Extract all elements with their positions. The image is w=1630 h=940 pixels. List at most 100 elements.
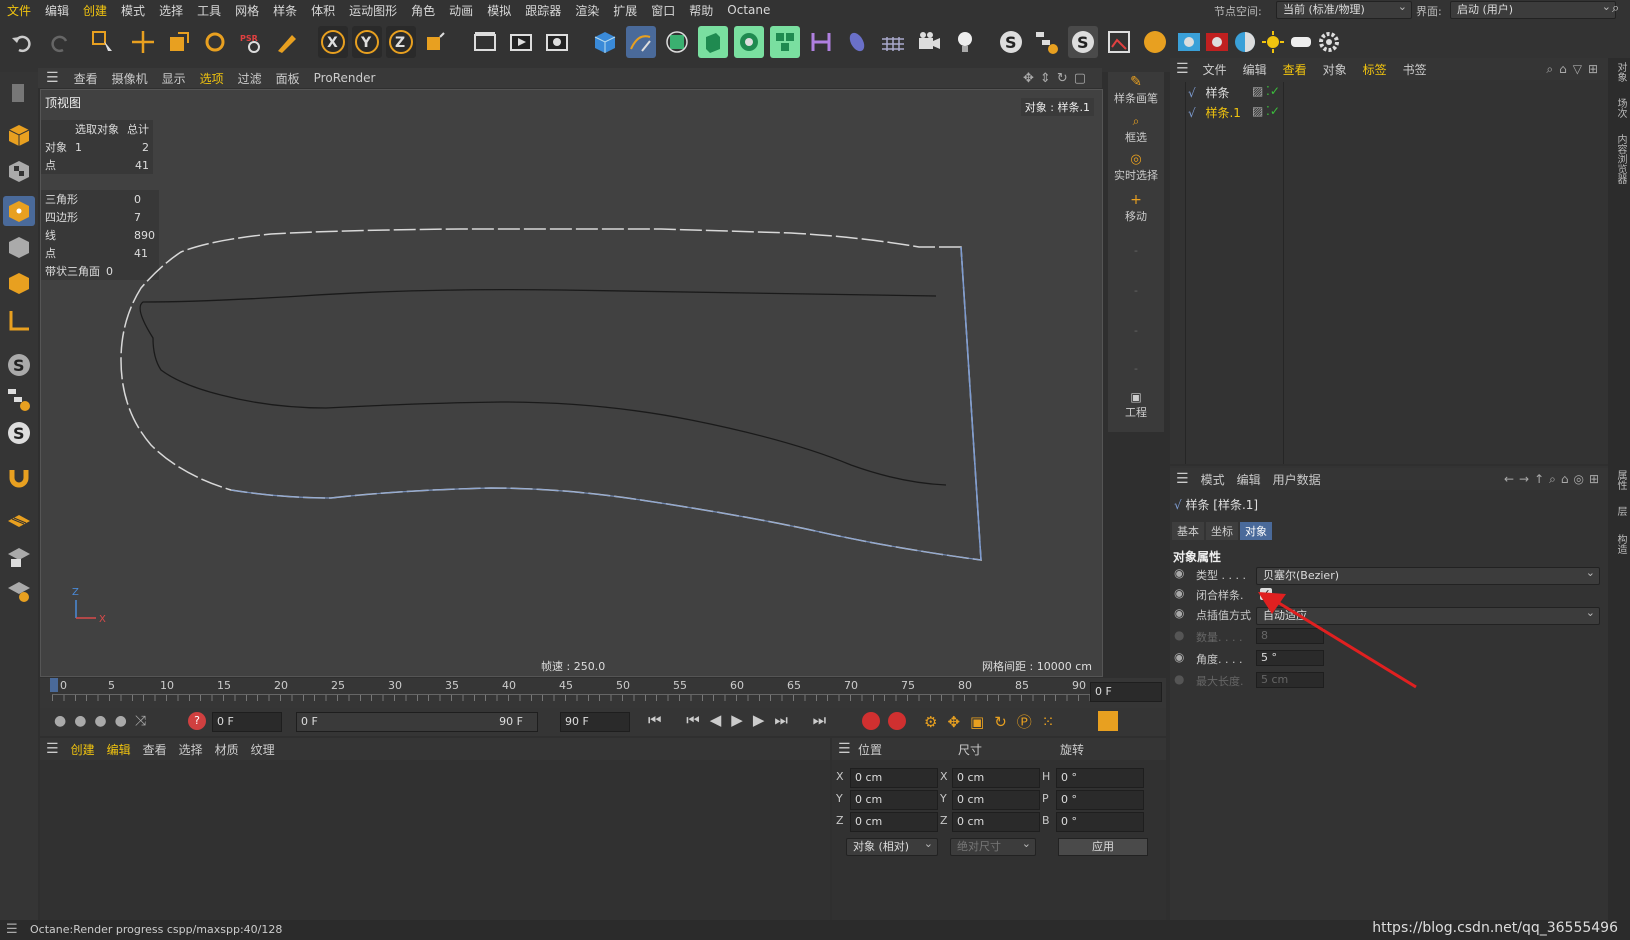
keyframe-dope-icon[interactable]: ?: [188, 712, 206, 730]
vtab-structure[interactable]: 构造: [1613, 534, 1628, 554]
enabled-check-icon[interactable]: ⁚✓: [1266, 104, 1280, 118]
image-viewer-icon[interactable]: [1104, 26, 1134, 58]
animate-radio-icon[interactable]: ◉: [1174, 650, 1184, 664]
preview-mode-icons[interactable]: ●●●●⤨: [54, 713, 154, 729]
hamburger-icon[interactable]: ☰: [1170, 61, 1195, 77]
menu-animate[interactable]: 动画: [442, 2, 480, 19]
object-row-spline-1[interactable]: √ 样条.1 ▨ ⁚✓: [1188, 104, 1608, 122]
render-to-picture-viewer-icon[interactable]: [506, 26, 536, 58]
frame-range-slider[interactable]: 0 F 90 F: [296, 712, 538, 732]
enabled-check-icon[interactable]: ⁚✓: [1266, 84, 1280, 98]
undo-icon[interactable]: [8, 26, 38, 58]
viewport-menu-view[interactable]: 查看: [67, 70, 105, 87]
current-frame-field[interactable]: 0 F: [1090, 682, 1162, 702]
om-menu-edit[interactable]: 编辑: [1235, 61, 1275, 78]
pen-tool-icon[interactable]: [272, 26, 302, 58]
viewport-menu-panel[interactable]: 面板: [269, 70, 307, 87]
hamburger-icon[interactable]: ☰: [6, 922, 18, 937]
menu-volume[interactable]: 体积: [304, 2, 342, 19]
mat-menu-select[interactable]: 选择: [173, 741, 209, 758]
playhead-marker[interactable]: [50, 678, 58, 692]
viewport-menu-filter[interactable]: 过滤: [231, 70, 269, 87]
viewport-menu-prorender[interactable]: ProRender: [307, 71, 383, 85]
octane-daylight-icon[interactable]: [1260, 26, 1286, 58]
planar-workplane-icon[interactable]: [3, 576, 35, 606]
interface-dropdown[interactable]: 启动 (用户): [1450, 1, 1616, 19]
tab-coord[interactable]: 坐标: [1206, 522, 1238, 540]
sculpt-hierarchy-icon[interactable]: [3, 384, 35, 414]
menu-tracker[interactable]: 跟踪器: [518, 2, 568, 19]
octane-gear-icon[interactable]: [1316, 26, 1342, 58]
coordinate-system-icon[interactable]: [420, 26, 450, 58]
snap-magnet-icon[interactable]: [3, 462, 35, 492]
visibility-toggle-icon[interactable]: ▨: [1252, 84, 1263, 98]
menu-create[interactable]: 创建: [76, 2, 114, 19]
render-settings-icon[interactable]: [542, 26, 572, 58]
make-editable-icon[interactable]: [3, 78, 35, 108]
om-menu-objects[interactable]: 对象: [1315, 61, 1355, 78]
spline-type-dropdown[interactable]: 贝塞尔(Bezier): [1256, 567, 1600, 585]
texture-mode-icon[interactable]: [3, 156, 35, 186]
animate-radio-icon[interactable]: ◉: [1174, 586, 1184, 600]
menu-octane[interactable]: Octane: [720, 3, 777, 17]
om-menu-bookmarks[interactable]: 书签: [1395, 61, 1435, 78]
om-menu-file[interactable]: 文件: [1195, 61, 1235, 78]
box-select-tool[interactable]: ⌕ 框选: [1108, 114, 1164, 145]
plugin-s2-icon[interactable]: S: [1068, 26, 1098, 58]
z-axis-lock-icon[interactable]: Z: [386, 26, 416, 58]
edges-mode-icon[interactable]: [3, 232, 35, 262]
render-view-icon[interactable]: [470, 26, 500, 58]
pos-z-field[interactable]: 0 cm: [850, 812, 938, 832]
workplane-icon[interactable]: [3, 506, 35, 536]
hamburger-icon[interactable]: ☰: [40, 741, 65, 757]
mat-menu-edit[interactable]: 编辑: [101, 741, 137, 758]
vtab-content-browser[interactable]: 内容浏览器: [1613, 134, 1628, 184]
rot-p-field[interactable]: 0 °: [1056, 790, 1144, 810]
menu-select[interactable]: 选择: [152, 2, 190, 19]
points-mode-icon[interactable]: [3, 196, 35, 226]
viewport-menu-options[interactable]: 选项: [193, 70, 231, 87]
menu-mograph[interactable]: 运动图形: [342, 2, 404, 19]
spline-pen-tool[interactable]: ✎ 样条画笔: [1108, 74, 1164, 106]
visibility-toggle-icon[interactable]: ▨: [1252, 104, 1263, 118]
rot-b-field[interactable]: 0 °: [1056, 812, 1144, 832]
x-axis-lock-icon[interactable]: X: [318, 26, 348, 58]
vtab-takes[interactable]: 场次: [1613, 98, 1628, 118]
pos-y-field[interactable]: 0 cm: [850, 790, 938, 810]
am-menu-mode[interactable]: 模式: [1195, 471, 1231, 488]
move-tool-icon[interactable]: [128, 26, 158, 58]
mograph-cubes-icon[interactable]: [770, 26, 800, 58]
menu-mode[interactable]: 模式: [114, 2, 152, 19]
record-icon[interactable]: [862, 712, 880, 730]
hamburger-icon[interactable]: ☰: [832, 741, 857, 757]
plugin-s-icon[interactable]: S: [996, 26, 1026, 58]
sculpt-s2-icon[interactable]: S: [3, 418, 35, 448]
timeline-window-icon[interactable]: [1098, 711, 1118, 731]
recent-tool-icon[interactable]: PSR: [236, 26, 266, 58]
octane-settings-icon[interactable]: [1232, 26, 1258, 58]
mat-menu-view[interactable]: 查看: [137, 741, 173, 758]
search-icon[interactable]: ⌕: [1612, 1, 1619, 16]
field-icon[interactable]: [842, 26, 872, 58]
subdivision-surface-icon[interactable]: [662, 26, 692, 58]
redo-icon[interactable]: [44, 26, 74, 58]
vtab-layers[interactable]: 层: [1613, 506, 1628, 516]
project-tool[interactable]: ▣ 工程: [1108, 390, 1164, 420]
extrude-icon[interactable]: [698, 26, 728, 58]
object-name[interactable]: 样条: [1205, 86, 1229, 100]
menu-extensions[interactable]: 扩展: [606, 2, 644, 19]
axis-mode-icon[interactable]: [3, 306, 35, 336]
am-menu-userdata[interactable]: 用户数据: [1267, 471, 1327, 488]
sculpt-s-icon[interactable]: S: [3, 350, 35, 380]
apply-button[interactable]: 应用: [1058, 838, 1148, 856]
select-tool-icon[interactable]: [88, 26, 118, 58]
size-y-field[interactable]: 0 cm: [952, 790, 1040, 810]
max-frame-field[interactable]: 90 F: [560, 712, 630, 732]
menu-character[interactable]: 角色: [404, 2, 442, 19]
deformer-icon[interactable]: [806, 26, 836, 58]
rotate-tool-icon[interactable]: [200, 26, 230, 58]
om-menu-view[interactable]: 查看: [1275, 61, 1315, 78]
spline-pen-icon[interactable]: [626, 26, 656, 58]
size-z-field[interactable]: 0 cm: [952, 812, 1040, 832]
om-menu-tags[interactable]: 标签: [1355, 61, 1395, 78]
